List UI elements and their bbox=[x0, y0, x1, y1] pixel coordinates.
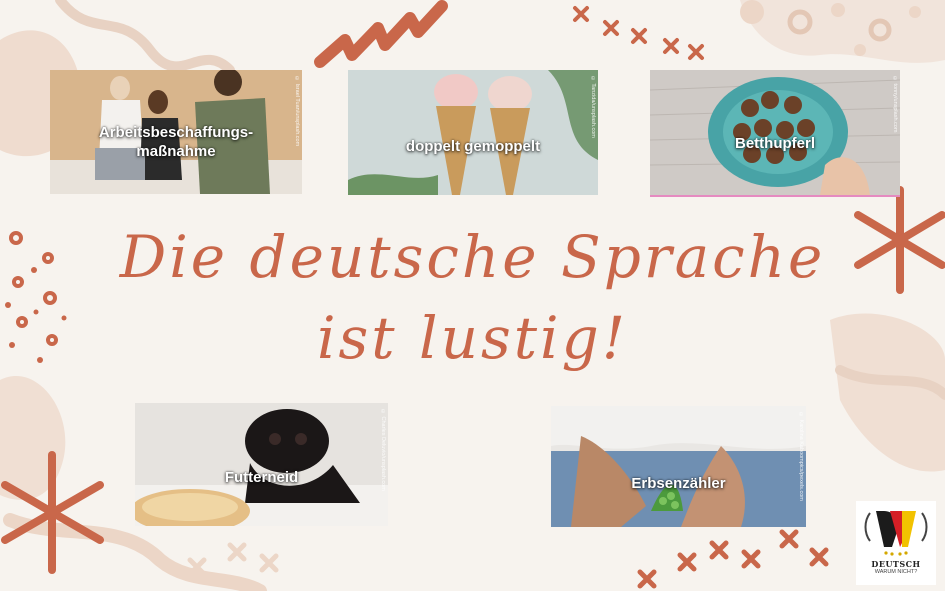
photo-card-erbsenzaehler: Erbsenzähler © Karolina Kaboompics/pexel… bbox=[551, 406, 806, 527]
card-label-line1: Arbeitsbeschaffungs- bbox=[98, 124, 254, 141]
headline-line1: Die deutsche Sprache bbox=[119, 223, 826, 291]
card-label: Betthupferl bbox=[735, 135, 815, 152]
photo-card-doppelt-gemoppelt: doppelt gemoppelt © Tanzida/unsplash.com bbox=[348, 70, 598, 195]
card-label: Erbsenzähler bbox=[631, 475, 726, 492]
pug-and-pie-photo bbox=[135, 403, 388, 526]
photo-credit: © Charles Deluvio/unsplash.com bbox=[380, 409, 386, 491]
photo-credit: © Karolina Kaboompics/pexels.com bbox=[798, 412, 804, 501]
card-label: doppelt gemoppelt bbox=[405, 138, 541, 155]
ice-cream-photo bbox=[348, 70, 598, 195]
photo-credit: © tonny/unsplash.com bbox=[892, 76, 898, 133]
headline-line2: ist lustig! bbox=[316, 304, 629, 372]
card-label-line2: maßnahme bbox=[136, 143, 216, 160]
deutsch-warum-nicht-logo: DEUTSCH WARUM NICHT? bbox=[856, 501, 936, 585]
photo-credit: © Israel Tuan/unsplash.com bbox=[294, 76, 300, 147]
photo-card-futterneid: Futterneid © Charles Deluvio/unsplash.co… bbox=[135, 403, 388, 526]
photo-card-arbeitsbeschaffungsmassnahme: Arbeitsbeschaffungs- maßnahme © Israel T… bbox=[50, 70, 302, 194]
photo-card-betthupferl: Betthupferl © tonny/unsplash.com bbox=[650, 70, 900, 197]
logo-tagline: WARUM NICHT? bbox=[874, 569, 918, 575]
card-label: Futterneid bbox=[224, 469, 299, 486]
pea-pod-hands-photo bbox=[551, 406, 806, 527]
logo-emblem-icon bbox=[864, 511, 928, 556]
chocolates-photo bbox=[650, 70, 900, 195]
logo-brand: DEUTSCH bbox=[871, 559, 921, 569]
photo-credit: © Tanzida/unsplash.com bbox=[590, 76, 596, 138]
